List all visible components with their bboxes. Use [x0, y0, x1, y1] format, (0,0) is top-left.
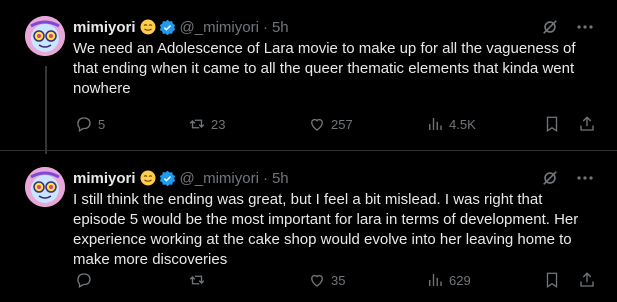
tweet-text: We need an Adolescence of Lara movie to … — [73, 40, 576, 97]
smiley-emoji-icon — [140, 19, 156, 35]
handle[interactable]: @_mimiyori — [180, 19, 259, 36]
tweet[interactable]: mimiyori @_mimiyori · 5h I still think t… — [0, 151, 617, 302]
avatar[interactable] — [25, 16, 65, 56]
repost-icon — [189, 119, 205, 129]
timestamp[interactable]: 5h — [272, 170, 289, 187]
views-button[interactable]: 629 — [426, 269, 471, 291]
bookmark-button[interactable] — [543, 269, 561, 291]
repost-count: 23 — [211, 116, 226, 132]
more-icon[interactable] — [575, 168, 595, 188]
views-icon — [429, 274, 442, 286]
reply-count: 5 — [98, 116, 106, 132]
share-button[interactable] — [578, 113, 596, 135]
view-count: 629 — [449, 272, 471, 288]
more-icon[interactable] — [575, 17, 595, 37]
views-button[interactable]: 4.5K — [426, 113, 476, 135]
grok-icon[interactable] — [541, 169, 559, 187]
share-button[interactable] — [578, 269, 596, 291]
display-name[interactable]: mimiyori — [73, 170, 136, 187]
like-icon — [311, 274, 323, 287]
like-count: 257 — [331, 116, 353, 132]
reply-icon — [77, 117, 91, 132]
verified-badge-icon — [159, 19, 175, 35]
tweet[interactable]: mimiyori @_mimiyori · 5h We need an Adol… — [0, 0, 617, 151]
reply-button[interactable] — [75, 269, 98, 291]
smiley-emoji-icon — [140, 170, 156, 186]
action-bar: 35 629 — [73, 269, 617, 291]
action-bar: 5 23 257 4.5K — [73, 113, 617, 135]
verified-badge-icon — [159, 170, 175, 186]
separator-dot: · — [262, 169, 268, 187]
reply-icon — [77, 273, 91, 288]
like-button[interactable]: 257 — [308, 113, 353, 135]
bookmark-button[interactable] — [543, 113, 561, 135]
handle[interactable]: @_mimiyori — [180, 170, 259, 187]
bookmark-icon — [546, 272, 558, 289]
tweet-header: mimiyori @_mimiyori · 5h — [73, 17, 289, 37]
repost-button[interactable]: 23 — [188, 113, 225, 135]
like-count: 35 — [331, 272, 346, 288]
like-icon — [311, 118, 323, 131]
share-icon — [580, 272, 594, 287]
separator-dot: · — [262, 18, 268, 36]
avatar[interactable] — [25, 167, 65, 207]
repost-button[interactable] — [188, 269, 211, 291]
views-icon — [429, 118, 442, 130]
grok-icon[interactable] — [541, 18, 559, 36]
tweet-header: mimiyori @_mimiyori · 5h — [73, 168, 289, 188]
timestamp[interactable]: 5h — [272, 19, 289, 36]
repost-icon — [189, 275, 205, 285]
display-name[interactable]: mimiyori — [73, 19, 136, 36]
like-button[interactable]: 35 — [308, 269, 345, 291]
view-count: 4.5K — [449, 116, 476, 132]
bookmark-icon — [546, 116, 558, 133]
tweet-text: I still think the ending was great, but … — [73, 191, 579, 268]
share-icon — [580, 116, 594, 131]
reply-button[interactable]: 5 — [75, 113, 105, 135]
